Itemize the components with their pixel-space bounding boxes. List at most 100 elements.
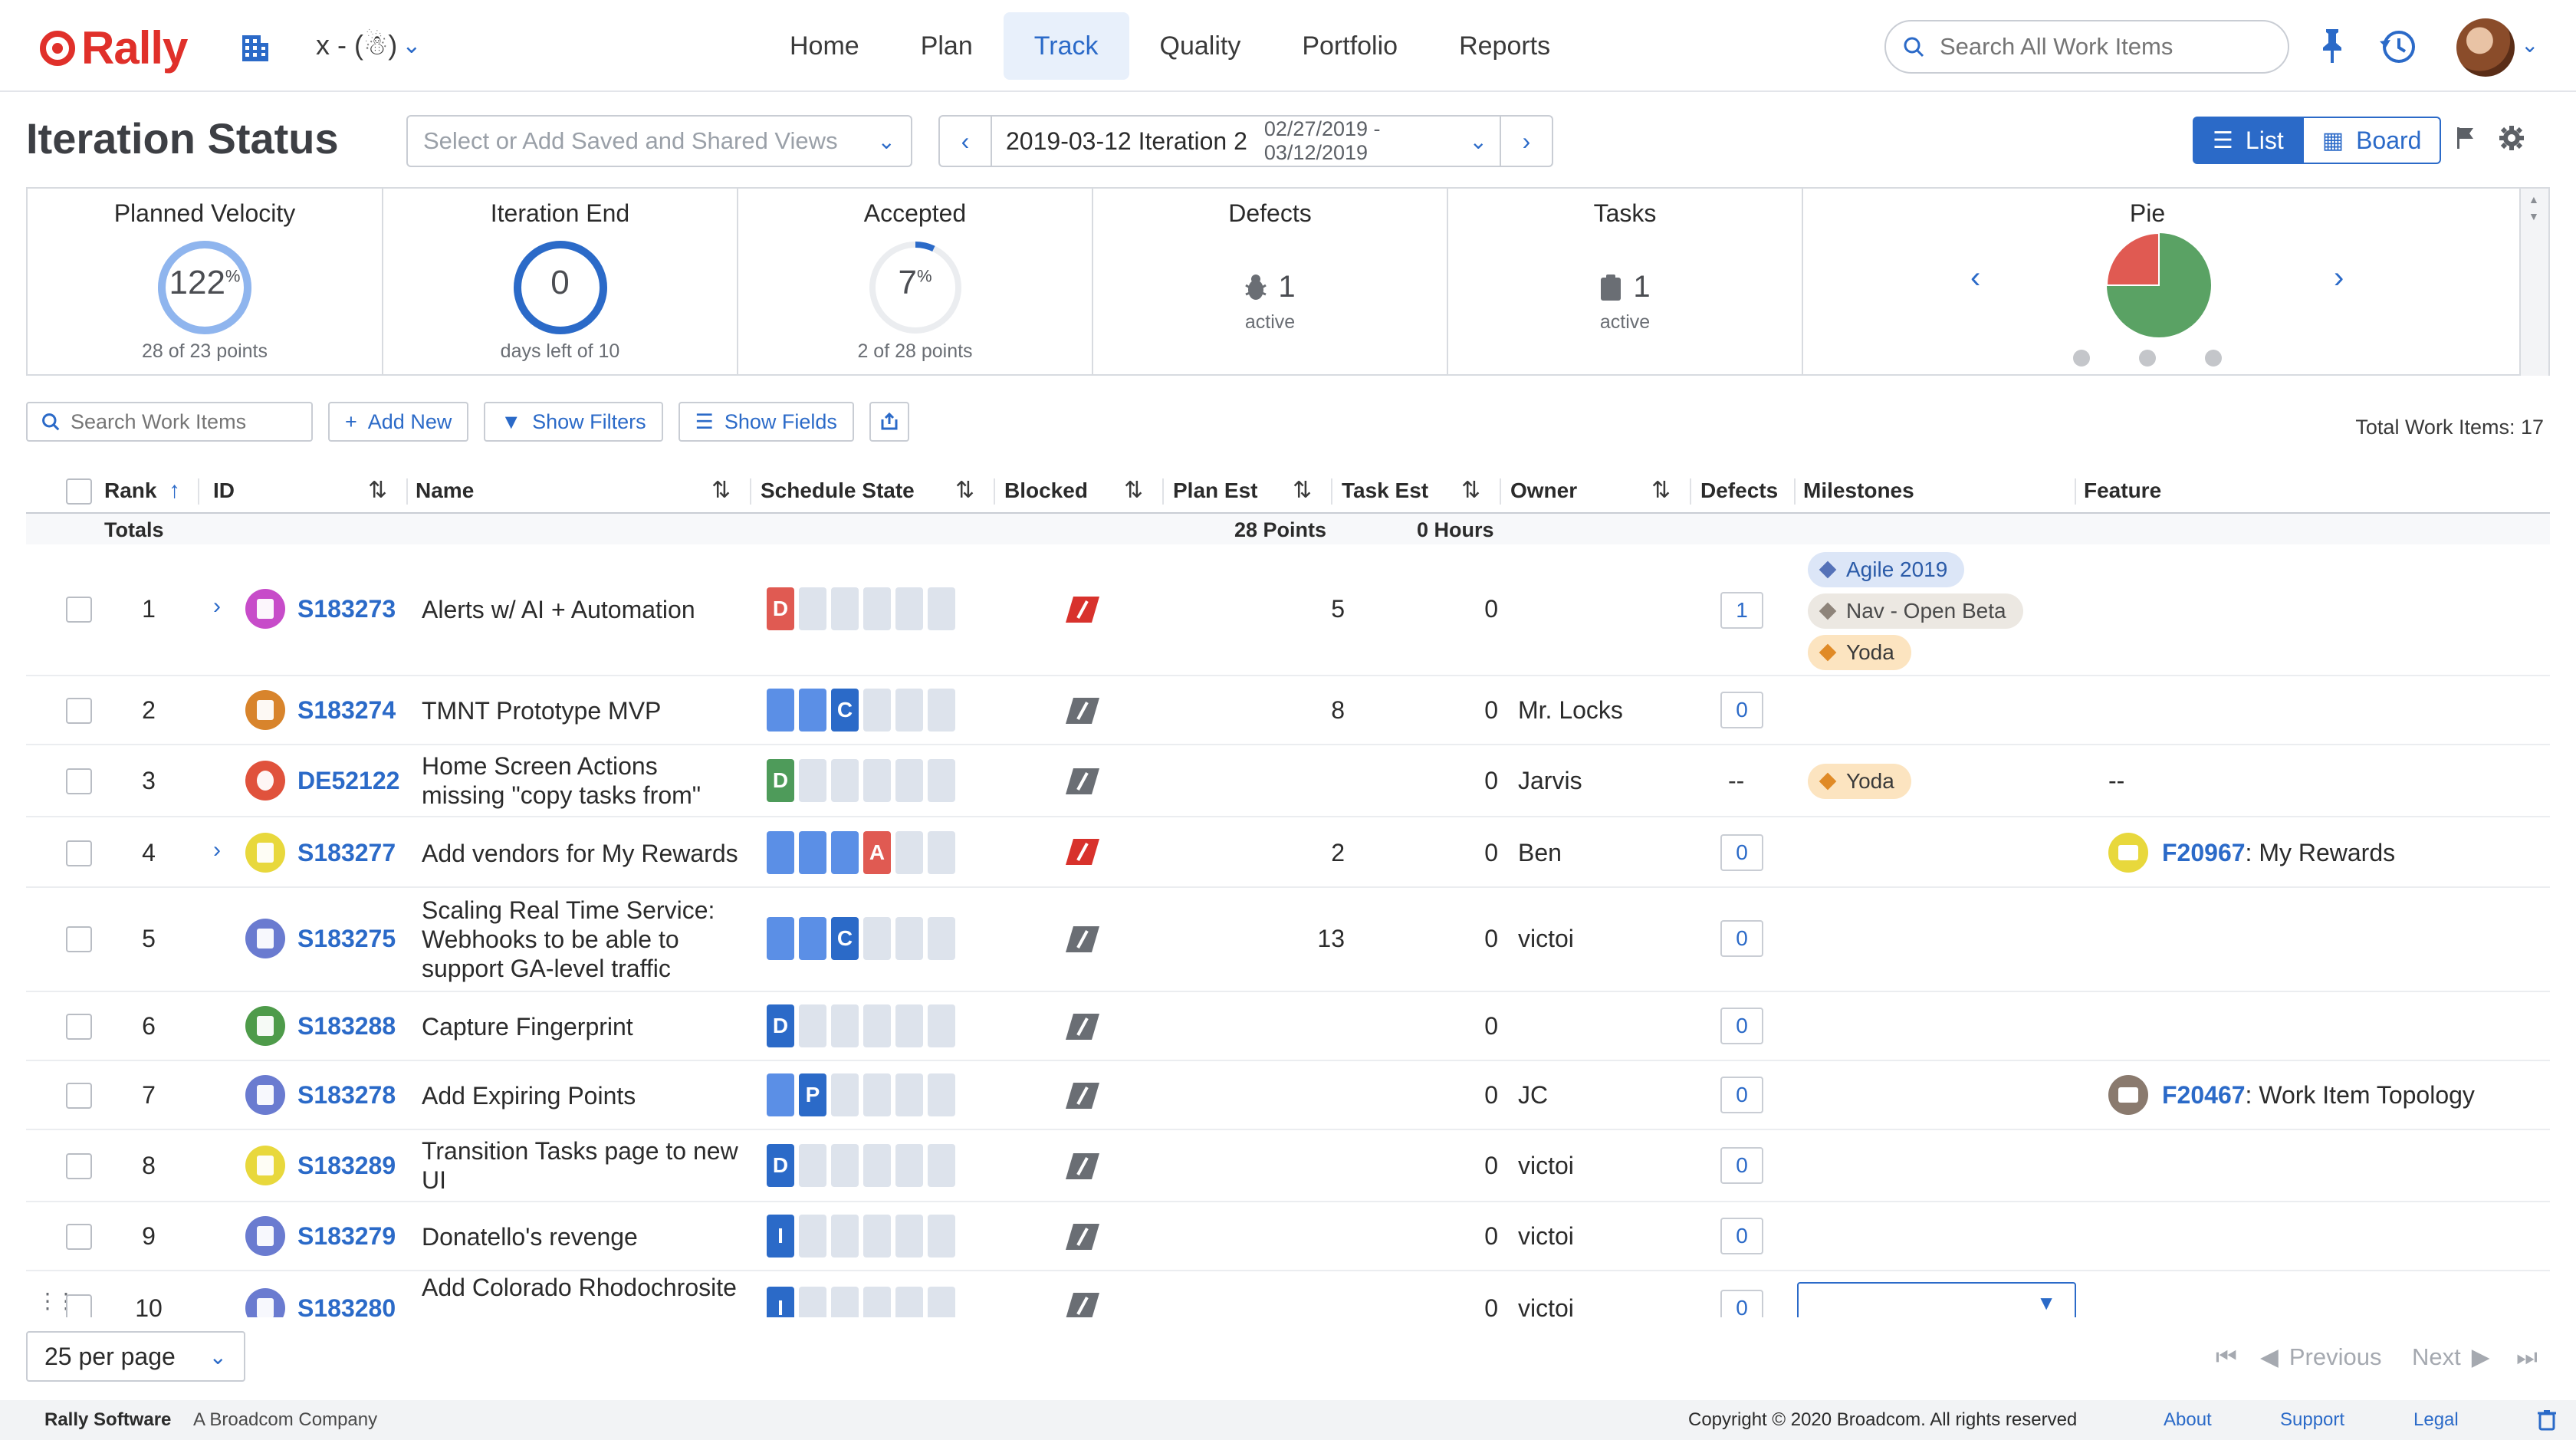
plan-estimate[interactable]: 5 [1207, 595, 1345, 623]
defects-count-badge[interactable]: 0 [1720, 1218, 1763, 1254]
sort-icon[interactable]: ⇅ [1124, 469, 1143, 514]
schedule-state-segment[interactable] [895, 1144, 923, 1187]
formatted-id-link[interactable]: S183280 [297, 1294, 396, 1317]
schedule-state-segment[interactable] [863, 1073, 891, 1116]
work-item-name[interactable]: Donatello's revenge [422, 1222, 744, 1251]
schedule-state-segment[interactable] [799, 831, 826, 874]
tasks-card[interactable]: Tasks 1 active [1448, 189, 1803, 374]
schedule-state-segment[interactable] [895, 1287, 923, 1317]
pie-next-button[interactable]: › [2334, 261, 2344, 295]
column-owner[interactable]: Owner [1510, 469, 1577, 514]
schedule-state-segment[interactable] [863, 917, 891, 960]
flag-icon[interactable] [2455, 126, 2476, 150]
unblocked-icon[interactable] [1064, 1222, 1101, 1251]
schedule-state-segment[interactable] [928, 759, 955, 802]
first-page-button[interactable]: ⏮ [2216, 1343, 2237, 1372]
sort-icon[interactable]: ⇅ [1651, 469, 1671, 514]
schedule-state-segment[interactable] [799, 1004, 826, 1047]
schedule-state-segment[interactable] [831, 1287, 859, 1317]
show-filters-button[interactable]: ▼ Show Filters [484, 402, 663, 442]
defects-count-badge[interactable]: 0 [1720, 1008, 1763, 1044]
column-milestones[interactable]: Milestones [1803, 469, 1914, 514]
row-checkbox[interactable] [66, 698, 92, 724]
schedule-state-segment[interactable] [895, 1073, 923, 1116]
column-rank[interactable]: Rank [104, 469, 156, 514]
schedule-state-segment[interactable] [895, 689, 923, 732]
schedule-state-current[interactable]: I [767, 1215, 794, 1258]
owner[interactable]: victoi [1518, 1152, 1574, 1180]
schedule-state-segment[interactable] [928, 1287, 955, 1317]
row-checkbox[interactable] [66, 840, 92, 866]
schedule-state-segment[interactable] [831, 1004, 859, 1047]
table-row[interactable]: 1 › S183273 Alerts w/ AI + Automation D … [26, 544, 2550, 676]
work-item-name[interactable]: Add vendors for My Rewards [422, 839, 744, 868]
trash-icon[interactable] [2538, 1409, 2556, 1431]
formatted-id-link[interactable]: S183279 [297, 1222, 396, 1251]
footer-legal-link[interactable]: Legal [2413, 1409, 2459, 1431]
schedule-state-segment[interactable] [863, 689, 891, 732]
schedule-state-segment[interactable] [799, 917, 826, 960]
row-checkbox[interactable] [66, 768, 92, 794]
avatar[interactable] [2456, 18, 2515, 77]
pager-dot[interactable] [2139, 350, 2156, 367]
milestone-editor-dropdown[interactable]: ▼ [1797, 1282, 2076, 1317]
owner[interactable]: Mr. Locks [1518, 696, 1623, 725]
schedule-state-segment[interactable] [799, 1144, 826, 1187]
schedule-state-segment[interactable] [895, 831, 923, 874]
sort-icon[interactable]: ⇅ [955, 469, 974, 514]
pie-previous-button[interactable]: ‹ [1970, 261, 1980, 295]
table-row[interactable]: 5 S183275 Scaling Real Time Service: Web… [26, 888, 2550, 992]
defects-count-badge[interactable]: 0 [1720, 1077, 1763, 1113]
table-row[interactable]: 9 S183279 Donatello's revenge I 0 victoi… [26, 1202, 2550, 1271]
gear-icon[interactable] [2498, 124, 2525, 152]
global-search[interactable] [1884, 20, 2289, 74]
schedule-state-current[interactable]: I [767, 1287, 794, 1317]
column-defects[interactable]: Defects [1700, 469, 1778, 514]
unblocked-icon[interactable] [1064, 1012, 1101, 1041]
owner[interactable]: Jarvis [1518, 767, 1582, 795]
formatted-id-link[interactable]: S183273 [297, 595, 396, 623]
column-task-est[interactable]: Task Est [1342, 469, 1428, 514]
work-item-name[interactable]: Add Expiring Points [422, 1081, 744, 1110]
schedule-state-current[interactable]: A [863, 831, 891, 874]
tab-home[interactable]: Home [759, 12, 890, 80]
schedule-state-segment[interactable] [928, 1004, 955, 1047]
defects-count-badge[interactable]: 0 [1720, 920, 1763, 957]
defects-count-badge[interactable]: 0 [1720, 692, 1763, 728]
plan-estimate[interactable]: 8 [1207, 696, 1345, 725]
work-item-name[interactable]: Add Colorado Rhodochrosite [422, 1273, 744, 1302]
sort-icon[interactable]: ⇅ [1293, 469, 1312, 514]
formatted-id-link[interactable]: DE52122 [297, 767, 399, 795]
expand-chevron-icon[interactable]: › [213, 837, 221, 863]
work-item-name[interactable]: Transition Tasks page to new UI [422, 1136, 744, 1195]
schedule-state-segment[interactable] [767, 917, 794, 960]
schedule-state-segment[interactable] [863, 1144, 891, 1187]
schedule-state-segment[interactable] [895, 587, 923, 630]
building-icon[interactable] [238, 32, 271, 64]
unblocked-icon[interactable] [1064, 1152, 1101, 1181]
sort-icon[interactable]: ⇅ [711, 469, 731, 514]
table-row[interactable]: 3 DE52122 Home Screen Actions missing "c… [26, 745, 2550, 817]
schedule-state-segment[interactable] [831, 831, 859, 874]
schedule-state-segment[interactable] [831, 587, 859, 630]
defects-count-badge[interactable]: 0 [1720, 1147, 1763, 1184]
pie-card[interactable]: Pie ‹ › [1803, 189, 2515, 374]
formatted-id-link[interactable]: S183289 [297, 1152, 396, 1180]
schedule-state-bar[interactable]: D [767, 587, 955, 630]
schedule-state-bar[interactable]: D [767, 1144, 955, 1187]
select-all-checkbox[interactable] [66, 478, 92, 505]
unblocked-icon[interactable] [1064, 1081, 1101, 1110]
unblocked-icon[interactable] [1064, 767, 1101, 796]
row-checkbox[interactable] [66, 1014, 92, 1040]
table-row[interactable]: ⋮⋮ 10 S183280 Add Colorado Rhodochrosite… [26, 1271, 2550, 1317]
rally-logo[interactable]: Rally [40, 21, 188, 74]
footer-about-link[interactable]: About [2164, 1409, 2212, 1431]
history-icon[interactable] [2378, 26, 2418, 66]
schedule-state-segment[interactable] [767, 1073, 794, 1116]
schedule-state-current[interactable]: D [767, 1144, 794, 1187]
work-item-name[interactable]: Home Screen Actions missing "copy tasks … [422, 751, 744, 810]
saved-views-select[interactable]: Select or Add Saved and Shared Views ⌄ [406, 115, 912, 167]
next-iteration-button[interactable]: › [1500, 115, 1553, 167]
schedule-state-segment[interactable] [831, 1073, 859, 1116]
milestone-pill[interactable]: Nav - Open Beta [1808, 593, 2023, 629]
